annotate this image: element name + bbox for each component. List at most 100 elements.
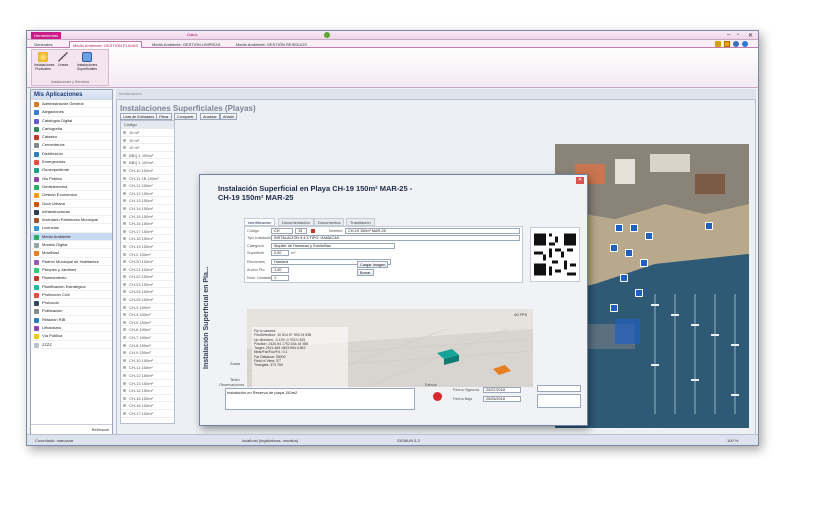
sidebar-item[interactable]: Emergencias	[31, 158, 112, 167]
maximize-icon[interactable]: ▫	[737, 32, 739, 38]
lineas-button[interactable]: Líneas	[54, 52, 72, 67]
minimize-icon[interactable]: –	[727, 32, 730, 38]
list-item[interactable]: CH-20 150m²	[121, 258, 174, 266]
tab-gestion-residuos[interactable]: Medio Ambiente: GESTIÓN RESIDUOS	[233, 41, 310, 48]
list-item[interactable]: BBQ 1 150m²	[121, 152, 174, 160]
sidebar-item[interactable]: Modelo Digital	[31, 241, 112, 250]
sidebar-item[interactable]: Distribución	[31, 150, 112, 159]
list-item[interactable]: CH-15 150m²	[121, 213, 174, 221]
list-item[interactable]: CH-21 150m²	[121, 266, 174, 274]
tipo-select[interactable]: INSTALACIÓN 9.4.3 TIPO: HAMACAS	[271, 235, 520, 241]
list-item[interactable]: CH-12 150m²	[121, 190, 174, 198]
list-item[interactable]: CH-11 150m²	[121, 364, 174, 372]
numero-field[interactable]: 19	[295, 228, 307, 234]
sidebar-item[interactable]: Cementerios	[31, 141, 112, 150]
list-item[interactable]: CH-24 150m²	[121, 288, 174, 297]
list-item[interactable]: CH-13 150m²	[121, 197, 174, 205]
codigo-field[interactable]: CH	[271, 228, 293, 234]
list-item[interactable]: CH-17 150m²	[121, 410, 174, 418]
list-item[interactable]: CH-10 150m²	[121, 167, 174, 175]
tab-generales[interactable]: Generales	[31, 41, 55, 48]
list-item[interactable]: CH-4 150m²	[121, 311, 174, 319]
delete-icon[interactable]	[311, 229, 315, 233]
list-item[interactable]: CH-19 150m²	[121, 243, 174, 251]
list-item[interactable]: CH-18 150m²	[121, 235, 174, 243]
map-marker-icon[interactable]	[640, 259, 648, 267]
close-icon[interactable]: ✕	[748, 32, 753, 39]
tab-compartir[interactable]: Compartir	[174, 113, 197, 120]
estado-select[interactable]	[537, 385, 581, 392]
close-icon[interactable]: ✕	[576, 177, 584, 184]
list-item[interactable]: CH-22 150m²	[121, 273, 174, 281]
list-item[interactable]: 10 m²	[121, 144, 174, 152]
tab-gestion-playas[interactable]: Medio Ambiente: GESTIÓN PLAYAS	[69, 41, 142, 48]
sidebar-item[interactable]: Protocolo	[31, 299, 112, 308]
sidebar-item[interactable]: Geotelemetría	[31, 183, 112, 192]
add-button[interactable]: Añadir	[220, 113, 237, 120]
sidebar-item[interactable]: Urbanismo	[31, 324, 112, 333]
map-marker-icon[interactable]	[645, 232, 653, 240]
tab-tramitacion[interactable]: Tramitación	[346, 218, 375, 226]
list-item[interactable]: 10 m²	[121, 137, 174, 145]
sidebar-item[interactable]: Gis Público	[31, 175, 112, 183]
help-icon[interactable]	[742, 41, 748, 47]
nombre-field[interactable]: CH-19 150m² MAR-25	[345, 228, 520, 234]
map-marker-icon[interactable]	[630, 224, 638, 232]
list-item[interactable]: CH-9 150m²	[121, 349, 174, 357]
list-item[interactable]: CH-15 150m²	[121, 395, 174, 403]
fecha-vigencia-field[interactable]: 20/07/2018	[483, 387, 521, 393]
categoria-select[interactable]: Alquiler de Hamacas y Sombrillas	[271, 243, 395, 249]
observaciones-field[interactable]: Instalación en Reserva de playa 150m2	[225, 388, 415, 410]
map-marker-icon[interactable]	[615, 224, 623, 232]
list-item[interactable]: CH-5 150m²	[121, 319, 174, 327]
list-item[interactable]: CH-16 150m²	[121, 402, 174, 410]
superficie-field[interactable]: 0,00	[271, 250, 289, 256]
map-marker-icon[interactable]	[625, 249, 633, 257]
list-item[interactable]: CH-6 150m²	[121, 326, 174, 335]
sidebar-item[interactable]: ZZZZ	[31, 341, 112, 349]
list-item[interactable]: CH-11 150m²	[121, 182, 174, 190]
tab-gestion-limpieza[interactable]: Medio Ambiente: GESTIÓN LIMPIEZA	[149, 41, 223, 48]
list-item[interactable]: CH-7 150m²	[121, 334, 174, 342]
sidebar-item[interactable]: Catastro	[31, 133, 112, 142]
list-item[interactable]: CH-13 150m²	[121, 380, 174, 388]
sidebar-item[interactable]: Geoexpediente	[31, 166, 112, 175]
sidebar-item[interactable]: Parques y Jardines	[31, 266, 112, 275]
tab-lista-entidades[interactable]: Lista de Entidades	[120, 113, 158, 120]
sidebar-item[interactable]: Vía Pública	[31, 332, 112, 341]
list-item[interactable]: CH-12 150m²	[121, 372, 174, 380]
list-item[interactable]: CH-16 150m²	[121, 220, 174, 228]
instalaciones-puntuales-button[interactable]: Instalaciones Puntuales	[34, 52, 54, 71]
sidebar-item[interactable]: Administración General	[31, 100, 112, 109]
list-item[interactable]: CH-10 150m²	[121, 357, 174, 365]
map-marker-icon[interactable]	[610, 244, 618, 252]
list-item[interactable]: CH-8 150m²	[121, 342, 174, 350]
map-marker-icon[interactable]	[620, 274, 628, 282]
list-item[interactable]: CH-23 150m²	[121, 281, 174, 289]
fecha-baja-field[interactable]: 25/05/2018	[483, 396, 521, 402]
delete-image-button[interactable]: Borrar	[357, 269, 374, 276]
key-icon[interactable]	[715, 41, 721, 47]
tab-documentos[interactable]: Documentos	[314, 218, 345, 226]
list-item[interactable]: CH-11 1B 150m²	[121, 175, 174, 183]
sidebar-item[interactable]: Relación RIB	[31, 316, 112, 325]
list-item[interactable]: CH-2 150m²	[121, 251, 174, 259]
tab-analizar[interactable]: Analizar	[200, 113, 220, 120]
folder-icon[interactable]	[724, 41, 730, 47]
context-tab[interactable]: Herramientas	[31, 32, 62, 39]
unidades-field[interactable]: 1	[271, 275, 289, 281]
tab-filtrar[interactable]: Filtrar	[156, 113, 172, 120]
sidebar-item[interactable]: Cartografía	[31, 125, 112, 134]
sidebar-item[interactable]: Planeamiento	[31, 274, 112, 283]
sidebar-item[interactable]: Medio Ambiente	[31, 232, 112, 242]
list-item[interactable]: CH-17 150m²	[121, 228, 174, 236]
sidebar-item[interactable]: Catálogos Digital	[31, 117, 112, 125]
list-item[interactable]: CH-3 150m²	[121, 304, 174, 312]
list-item[interactable]: CH-14 150m²	[121, 387, 174, 395]
sidebar-item[interactable]: Guía Urbana	[31, 200, 112, 208]
sidebar-item[interactable]: Movilidad	[31, 249, 112, 258]
sidebar-item[interactable]: Licencias	[31, 224, 112, 233]
map-marker-icon[interactable]	[635, 289, 643, 297]
map-marker-icon[interactable]	[705, 222, 713, 230]
tab-documentacion[interactable]: Documentación	[278, 218, 314, 226]
